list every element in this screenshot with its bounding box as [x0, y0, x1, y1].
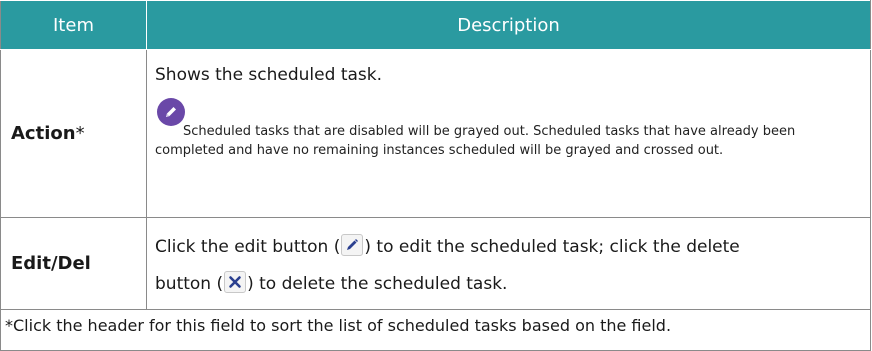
item-action: Action*	[0, 49, 147, 218]
item-label: Action	[11, 123, 76, 144]
x-icon	[224, 270, 247, 293]
table-row: Edit/Del Click the edit button ( ) to edi…	[0, 217, 871, 310]
header-item: Item	[0, 0, 147, 50]
footnote-row: *Click the header for this field to sort…	[0, 309, 871, 351]
table-header-row: Item Description	[0, 0, 871, 50]
header-description: Description	[146, 0, 871, 50]
description-table: Item Description Action* Shows the sched…	[0, 0, 871, 351]
desc-text-3: button (	[155, 273, 224, 294]
description-text: Shows the scheduled task.	[155, 65, 383, 85]
pencil-icon	[341, 233, 364, 256]
description-edit-del: Click the edit button ( ) to edit the sch…	[146, 217, 871, 310]
desc-text-4: ) to delete the scheduled task.	[247, 273, 508, 294]
pencil-note-icon	[157, 98, 185, 126]
desc-text-1: Click the edit button (	[155, 236, 341, 257]
note-text: Scheduled tasks that are disabled will b…	[155, 124, 796, 158]
description-action: Shows the scheduled task. Scheduled task…	[146, 49, 871, 218]
desc-text-2: ) to edit the scheduled task; click the …	[364, 236, 740, 257]
item-edit-del: Edit/Del	[0, 217, 147, 310]
item-asterisk: *	[75, 123, 85, 144]
table-row: Action* Shows the scheduled task. Schedu…	[0, 49, 871, 218]
footnote: *Click the header for this field to sort…	[0, 309, 871, 351]
note: Scheduled tasks that are disabled will b…	[155, 98, 862, 160]
